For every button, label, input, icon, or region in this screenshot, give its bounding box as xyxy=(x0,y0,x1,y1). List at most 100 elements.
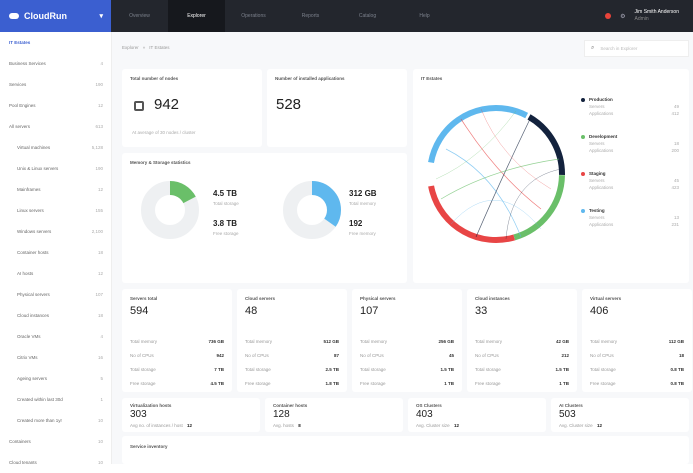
stat-label: No of CPUs xyxy=(130,353,154,358)
sidebar-item[interactable]: Windows servers 2,100 xyxy=(0,221,111,242)
sidebar-item[interactable]: Created more than 1yr 10 xyxy=(0,410,111,431)
sidebar-item[interactable]: Business Services 4 xyxy=(0,53,111,74)
server-stat-card[interactable]: Servers total 594 Total memory 736 GB No… xyxy=(122,289,232,392)
nav-tab[interactable]: Overview xyxy=(111,0,168,32)
legend-entry: Production Servers 49 Applications 412 xyxy=(581,97,679,116)
legend-val: 231 xyxy=(671,222,679,227)
card-value: 48 xyxy=(245,305,258,317)
sidebar-item[interactable]: Containers 10 xyxy=(0,431,111,452)
card-title: Cloud instances xyxy=(475,296,510,301)
sidebar-item-count: 155 xyxy=(95,208,103,213)
sidebar-item-label: IT Estates xyxy=(9,40,31,45)
card-value: 503 xyxy=(559,409,576,420)
legend-val: 423 xyxy=(671,185,679,190)
sidebar-item-count: 5,128 xyxy=(91,145,103,150)
host-stat-card[interactable]: Virtualization hosts 303 Avg no. of inst… xyxy=(122,398,260,432)
sidebar-item[interactable]: Created within last 30d 1 xyxy=(0,389,111,410)
legend-name: Production xyxy=(589,97,613,102)
legend-key: Servers xyxy=(589,104,605,109)
sidebar-item-count: 12 xyxy=(97,271,103,276)
sidebar-item[interactable]: Container hosts 18 xyxy=(0,242,111,263)
sidebar-item[interactable]: Linux servers 155 xyxy=(0,200,111,221)
sidebar-item-count: 10 xyxy=(97,439,103,444)
search-icon: ⌕ xyxy=(591,45,595,51)
server-stat-card[interactable]: Cloud instances 33 Total memory 42 GB No… xyxy=(467,289,577,392)
stat-row: Total storage 0.8 TB xyxy=(590,367,684,372)
host-stat-card[interactable]: Container hosts 128 Avg. hosts 8 xyxy=(265,398,403,432)
sidebar-item[interactable]: Pool Engines 12 xyxy=(0,95,111,116)
stat-value: 2.5 TB xyxy=(325,367,339,372)
stat-row: Total memory 42 GB xyxy=(475,339,569,344)
sidebar-item-count: 107 xyxy=(95,292,103,297)
legend-dot xyxy=(581,208,585,213)
chevron-down-icon[interactable]: ▾ xyxy=(99,12,103,20)
breadcrumb-root[interactable]: Explorer xyxy=(122,45,139,50)
legend-entry: Development Servers 18 Applications 200 xyxy=(581,134,679,153)
stat-value: 1 TB xyxy=(444,381,454,386)
sidebar-item-label: Container hosts xyxy=(17,250,49,255)
sidebar-item[interactable]: Unix & Linux servers 190 xyxy=(0,158,111,179)
legend-entry: Testing Servers 13 Applications 231 xyxy=(581,208,679,227)
nav-tab[interactable]: Help xyxy=(396,0,453,32)
search-input[interactable]: ⌕ Search in Explorer xyxy=(584,40,689,57)
host-stat-card[interactable]: AI Clusters 503 Avg. Cluster size 12 xyxy=(551,398,689,432)
footer-label: Avg. Cluster size xyxy=(416,423,450,428)
stat-label: Free storage xyxy=(130,381,156,386)
stat-row: Free storage 0.8 TB xyxy=(590,381,684,386)
sidebar-item-label: Cloud tenants xyxy=(9,460,37,465)
nav-tab[interactable]: Reports xyxy=(282,0,339,32)
sidebar-item-label: Created more than 1yr xyxy=(17,418,63,423)
sidebar-item-count: 12 xyxy=(97,187,103,192)
sidebar-item[interactable]: AI hosts 12 xyxy=(0,263,111,284)
sidebar-item-count: 4 xyxy=(100,334,103,339)
stat-label: No of CPUs xyxy=(590,353,614,358)
sidebar-item[interactable]: Cloud instances 18 xyxy=(0,305,111,326)
nav-tab[interactable]: Operations xyxy=(225,0,282,32)
sidebar-item[interactable]: All servers 613 xyxy=(0,116,111,137)
nav-tab[interactable]: Explorer xyxy=(168,0,225,32)
sidebar-item[interactable]: Oracle VMs 4 xyxy=(0,326,111,347)
breadcrumb-separator: » xyxy=(142,44,146,50)
notification-icon[interactable] xyxy=(605,13,612,19)
sidebar-item[interactable]: Services 190 xyxy=(0,74,111,95)
legend-key: Applications xyxy=(589,111,614,116)
sidebar-item[interactable]: Cloud tenants 10 xyxy=(0,452,111,473)
stat-value: 42 GB xyxy=(555,339,569,344)
sidebar-item[interactable]: Virtual machines 5,128 xyxy=(0,137,111,158)
stat-row: No of CPUs 942 xyxy=(130,353,224,358)
sidebar-item[interactable]: IT Estates xyxy=(0,32,111,53)
legend-key: Servers xyxy=(589,141,605,146)
node-icon xyxy=(134,101,144,111)
server-stat-card[interactable]: Virtual servers 406 Total memory 112 GB … xyxy=(582,289,692,392)
footer-value: 12 xyxy=(186,423,192,428)
sidebar-item-count: 10 xyxy=(97,460,103,465)
sidebar-item[interactable]: Physical servers 107 xyxy=(0,284,111,305)
footer-label: Avg no. of instances / host xyxy=(130,423,183,428)
legend-val: 18 xyxy=(673,141,679,146)
stat-row: No of CPUs 212 xyxy=(475,353,569,358)
estates-chord-diagram xyxy=(427,104,565,243)
legend-val: 200 xyxy=(671,148,679,153)
brand-switcher[interactable]: CloudRun ▾ xyxy=(0,0,111,32)
nav-tab[interactable]: Catalog xyxy=(339,0,396,32)
sidebar-item-count: 613 xyxy=(95,124,103,129)
nodes-value: 942 xyxy=(154,96,180,113)
legend-val: 13 xyxy=(673,215,679,220)
sidebar-item[interactable]: Ageing servers 5 xyxy=(0,368,111,389)
sidebar-item[interactable]: Citrix VMs 16 xyxy=(0,347,111,368)
stat-value: 736 GB xyxy=(208,339,224,344)
server-stat-card[interactable]: Physical servers 107 Total memory 256 GB… xyxy=(352,289,462,392)
stat-value: 1.8 TB xyxy=(325,381,339,386)
stat-value: 87 xyxy=(333,353,339,358)
footer-label: Avg. Cluster size xyxy=(559,423,593,428)
legend-key: Applications xyxy=(589,222,614,227)
server-stat-card[interactable]: Cloud servers 48 Total memory 512 GB No … xyxy=(237,289,347,392)
settings-icon[interactable]: ⚙ xyxy=(620,13,625,20)
stat-row: No of CPUs 87 xyxy=(245,353,339,358)
host-stat-card[interactable]: OS Clusters 403 Avg. Cluster size 12 xyxy=(408,398,546,432)
storage-free-label: Free storage xyxy=(213,231,239,236)
sidebar: IT Estates Business Services 4 Services 190 P… xyxy=(0,32,112,465)
stat-row: Free storage 4.5 TB xyxy=(130,381,224,386)
sidebar-item[interactable]: Mainframes 12 xyxy=(0,179,111,200)
user-menu[interactable]: Jim Smith Anderson Admin xyxy=(635,9,679,23)
